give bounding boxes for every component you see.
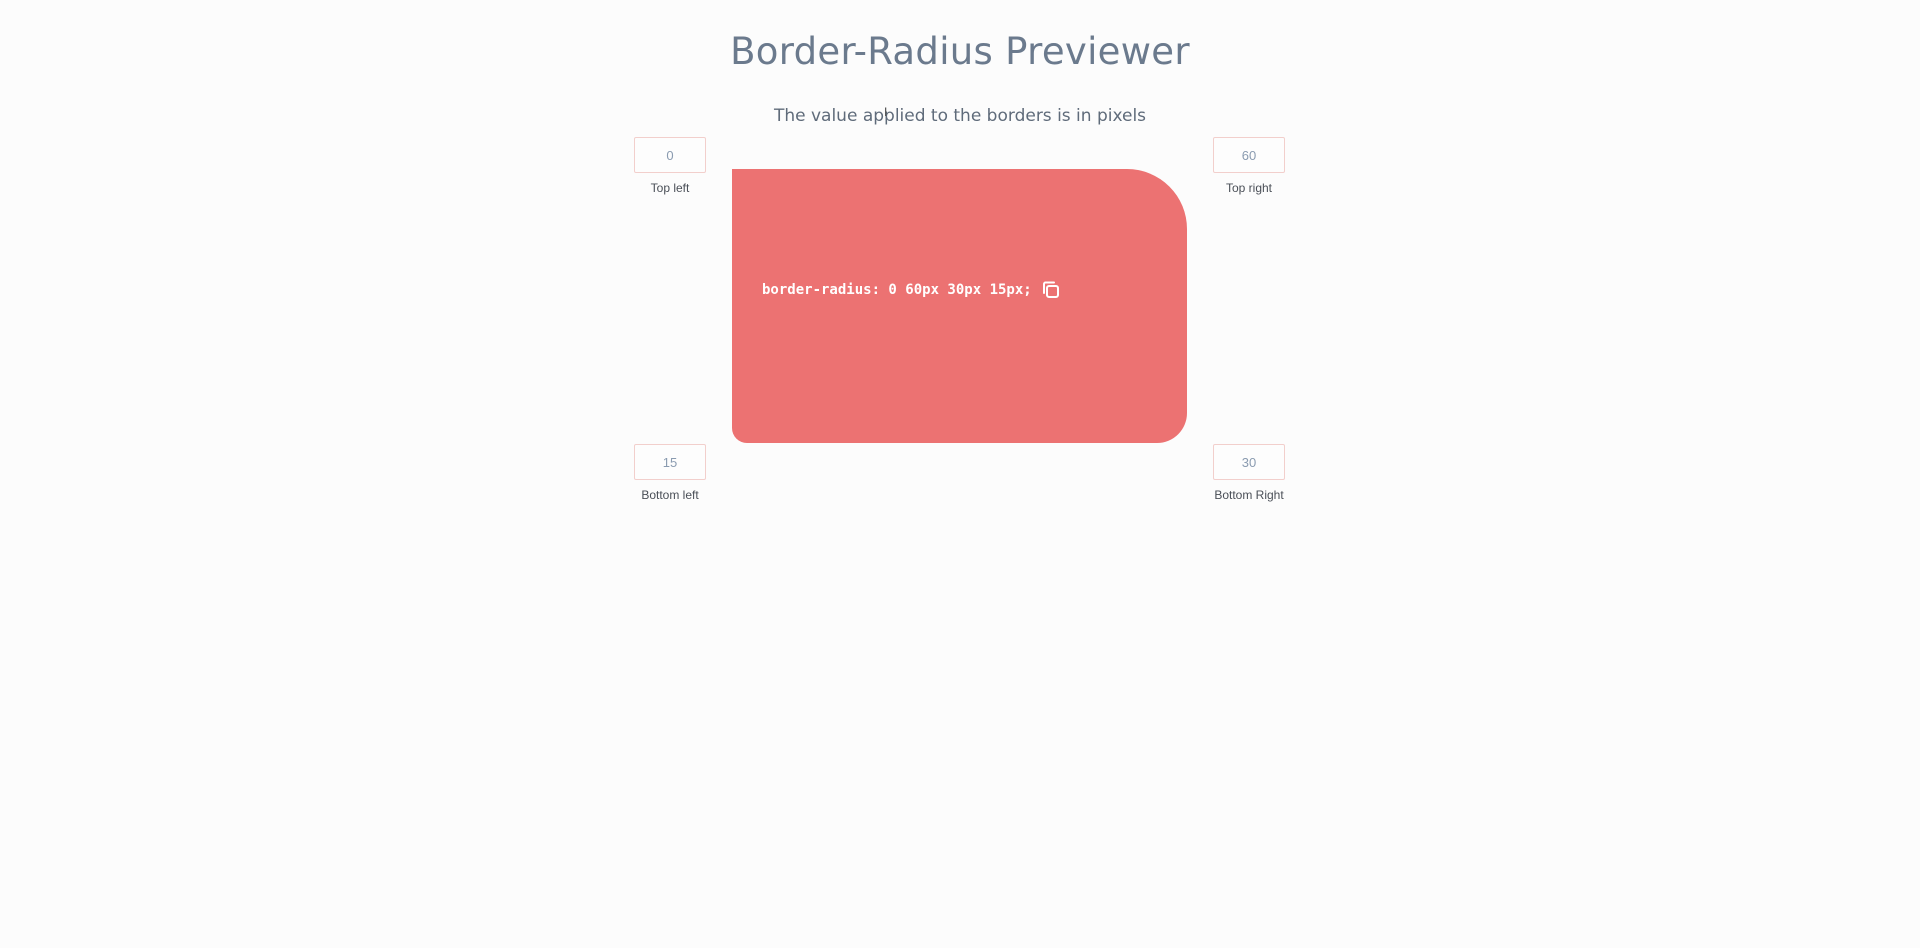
css-output-text: border-radius: 0 60px 30px 15px;: [762, 282, 1032, 298]
bottom-left-input[interactable]: [634, 444, 706, 480]
top-right-input[interactable]: [1213, 137, 1285, 173]
bottom-right-input[interactable]: [1213, 444, 1285, 480]
copy-icon[interactable]: [1040, 279, 1062, 301]
page-title: Border-Radius Previewer: [730, 30, 1190, 73]
page: Border-Radius Previewer The value applie…: [0, 0, 1920, 948]
css-output-row: border-radius: 0 60px 30px 15px;: [762, 279, 1062, 301]
top-right-label: Top right: [1225, 181, 1273, 195]
preview-box: border-radius: 0 60px 30px 15px;: [732, 169, 1187, 443]
corner-top-right: Top right: [1213, 137, 1285, 195]
page-subtitle: The value applied to the borders is in p…: [773, 106, 1147, 126]
text-cursor-icon: I: [884, 105, 888, 119]
top-left-label: Top left: [650, 181, 690, 195]
corner-top-left: Top left: [634, 137, 706, 195]
corner-bottom-right: Bottom Right: [1213, 444, 1285, 502]
bottom-right-label: Bottom Right: [1214, 488, 1284, 502]
top-left-input[interactable]: [634, 137, 706, 173]
corner-bottom-left: Bottom left: [634, 444, 706, 502]
bottom-left-label: Bottom left: [641, 488, 699, 502]
